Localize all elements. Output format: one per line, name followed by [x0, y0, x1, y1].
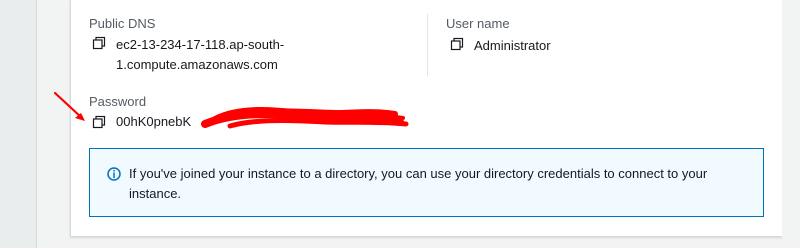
public-dns-value: ec2-13-234-17-118.ap-south- 1.compute.am… — [92, 35, 284, 75]
copy-icon[interactable] — [450, 37, 464, 51]
public-dns-line-2: 1.compute.amazonaws.com — [116, 57, 278, 72]
left-navigation-pane — [0, 0, 37, 248]
user-name-value: Administrator — [450, 36, 551, 56]
info-line-1: If you've joined your instance to a dire… — [129, 166, 708, 181]
directory-credentials-info-box: If you've joined your instance to a dire… — [89, 148, 764, 217]
public-dns-label: Public DNS — [89, 16, 156, 31]
directory-credentials-info-text: If you've joined your instance to a dire… — [129, 164, 739, 204]
public-dns-line-1: ec2-13-234-17-118.ap-south- — [116, 37, 285, 52]
info-icon — [107, 167, 121, 181]
info-line-2: instance. — [129, 186, 182, 201]
column-divider — [427, 14, 428, 76]
user-name-text: Administrator — [474, 38, 551, 53]
copy-icon[interactable] — [92, 36, 106, 50]
user-name-label: User name — [446, 16, 510, 31]
password-label: Password — [89, 94, 147, 109]
copy-icon[interactable] — [92, 115, 106, 129]
page-right-edge — [782, 0, 800, 248]
password-value: 00hK0pnebK — [92, 114, 191, 130]
password-text: 00hK0pnebK — [116, 114, 192, 129]
